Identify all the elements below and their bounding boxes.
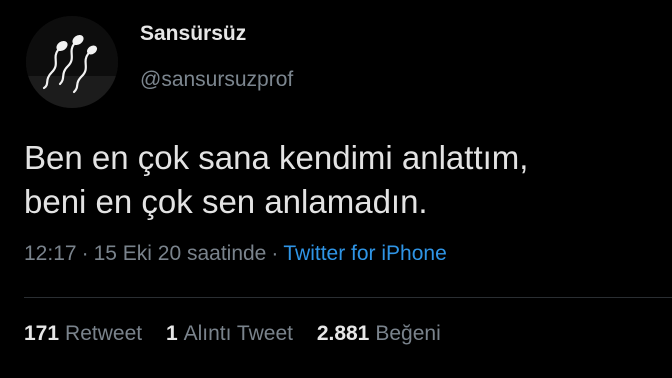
- tweet-time[interactable]: 12:17: [24, 242, 77, 265]
- meta-separator-2: ·: [271, 242, 279, 265]
- retweet-count: 171: [24, 322, 60, 345]
- tweet-date[interactable]: 15 Eki 20 saatinde: [94, 242, 267, 265]
- engagement-stats: 171 Retweet 1 Alıntı Tweet 2.881 Beğeni: [24, 322, 459, 346]
- like-count: 2.881: [316, 322, 370, 345]
- tweet-text-line-2: beni en çok sen anlamadın.: [24, 183, 428, 220]
- retweet-label: Retweet: [65, 322, 143, 345]
- quote-tweet-label: Alıntı Tweet: [183, 322, 293, 345]
- like-label: Beğeni: [375, 322, 441, 345]
- meta-separator: ·: [81, 242, 89, 265]
- tweet-text-line-1: Ben en çok sana kendimi anlattım,: [24, 139, 529, 176]
- like-stat[interactable]: 2.881 Beğeni: [317, 322, 441, 345]
- quote-tweet-stat[interactable]: 1 Alıntı Tweet: [166, 322, 293, 345]
- sperm-illustration-avatar-icon: [26, 16, 118, 108]
- quote-tweet-count: 1: [165, 322, 178, 345]
- tweet-metadata: 12:17 · 15 Eki 20 saatinde · Twitter for iPh…: [24, 242, 447, 266]
- username-handle[interactable]: @sansursuzprof: [140, 68, 293, 92]
- avatar[interactable]: [26, 16, 118, 108]
- display-name[interactable]: Sansürsüz: [140, 22, 246, 46]
- divider: [24, 297, 672, 298]
- source-link[interactable]: Twitter for iPhone: [283, 242, 446, 265]
- tweet-text: Ben en çok sana kendimi anlattım, beni e…: [24, 136, 654, 224]
- tweet-card: Sansürsüz @sansursuzprof Ben en çok sana…: [0, 0, 672, 378]
- retweet-stat[interactable]: 171 Retweet: [24, 322, 142, 345]
